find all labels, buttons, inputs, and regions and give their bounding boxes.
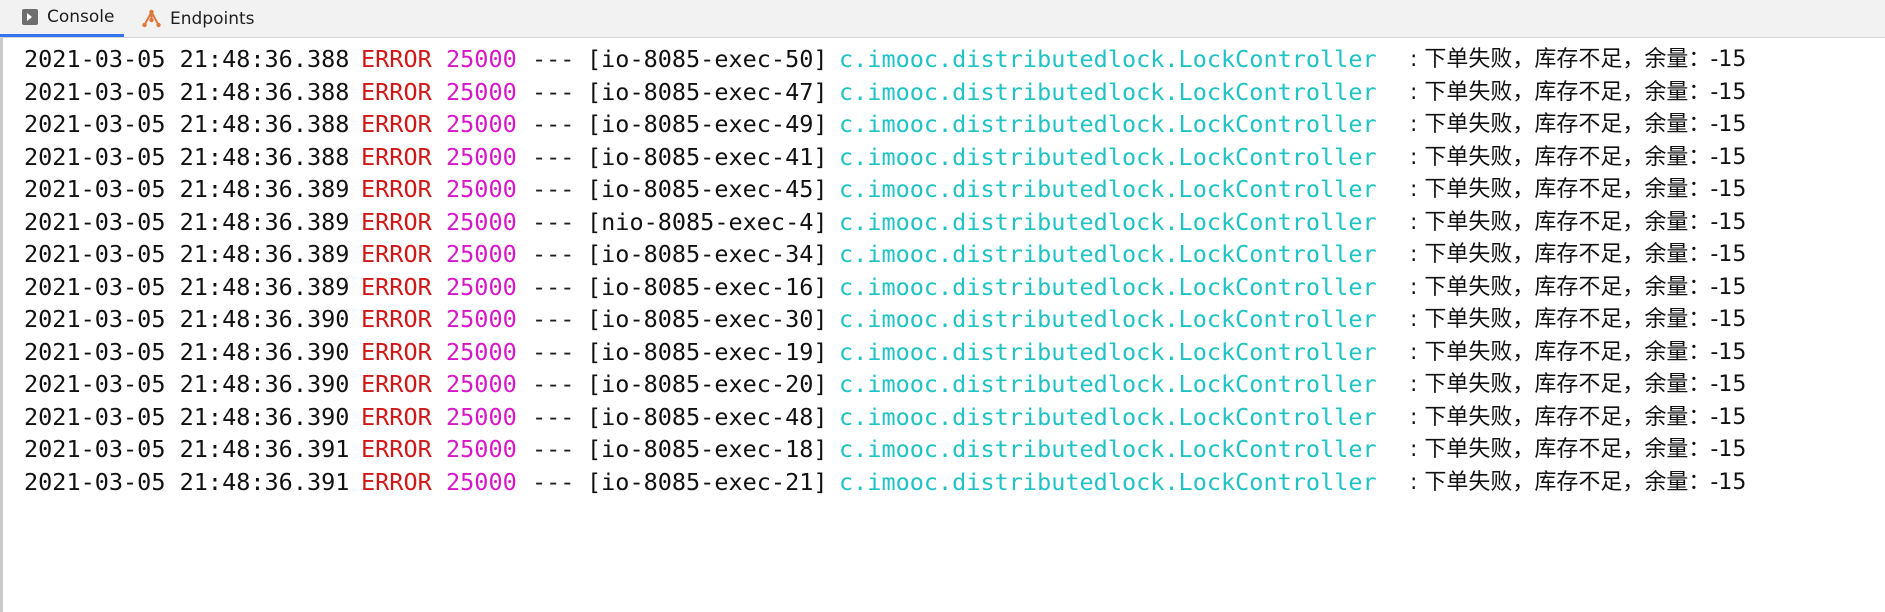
- tab-console-label: Console: [47, 7, 115, 27]
- log-separator: ---: [532, 467, 575, 496]
- endpoints-icon: [142, 9, 161, 28]
- tab-endpoints[interactable]: Endpoints: [142, 0, 272, 37]
- log-level: ERROR: [361, 467, 432, 496]
- tab-endpoints-label: Endpoints: [170, 8, 255, 29]
- log-timestamp: 2021-03-05 21:48:36.391: [24, 467, 350, 496]
- console-output[interactable]: 2021-03-05 21:48:36.388 ERROR 25000 --- [io-…: [0, 38, 1885, 612]
- log-thread: [io-8085-exec-21]: [587, 467, 828, 496]
- tab-console[interactable]: Console: [0, 0, 124, 37]
- log-message: : 下单失败，库存不足，余量：-15: [1410, 469, 1747, 495]
- log-logger: c.imooc.distributedlock.LockController: [839, 467, 1377, 496]
- console-icon: [22, 9, 38, 25]
- tool-window-tabbar: Console Endpoints: [0, 0, 1885, 38]
- log-pid: 25000: [446, 467, 517, 496]
